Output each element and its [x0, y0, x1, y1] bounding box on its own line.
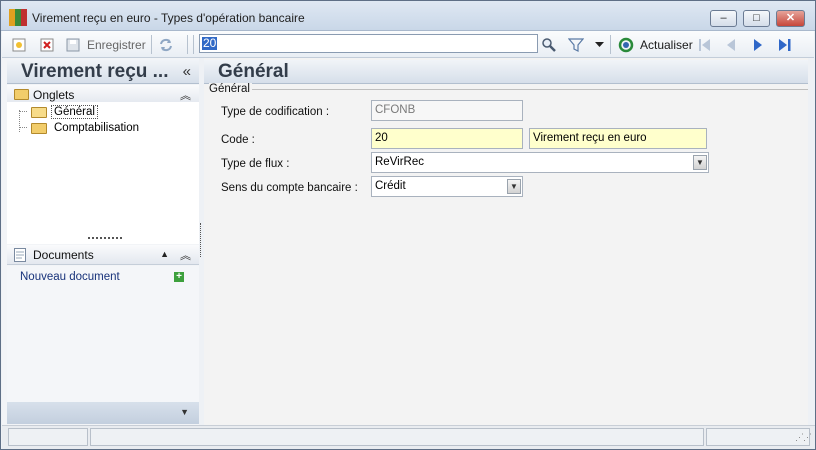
- tabs-group-title: Onglets: [33, 88, 75, 102]
- bank-direction-value: Crédit: [375, 180, 406, 192]
- left-panel-header: Virement reçu ... «: [7, 60, 199, 84]
- left-panel-footer: ▼: [7, 402, 199, 424]
- toolbar-separator: [151, 35, 152, 54]
- folder-icon: [31, 122, 47, 134]
- status-bar: ⋰⋰: [2, 425, 815, 449]
- filter-dropdown-icon[interactable]: [595, 36, 604, 53]
- collapse-group-icon[interactable]: ︽: [180, 87, 191, 103]
- collapse-panel-icon[interactable]: «: [183, 63, 191, 80]
- refresh-button[interactable]: Actualiser: [618, 36, 693, 53]
- refresh-icon: [618, 37, 634, 52]
- code-label: Code :: [221, 134, 255, 146]
- folder-icon: [14, 89, 29, 100]
- code-description-field[interactable]: Virement reçu en euro: [529, 128, 707, 149]
- documents-area: [7, 266, 199, 402]
- panel-splitter-handle[interactable]: [88, 237, 122, 240]
- chevron-down-icon[interactable]: ▼: [507, 179, 521, 194]
- section-divider: [248, 89, 808, 90]
- bank-direction-label: Sens du compte bancaire :: [221, 182, 358, 194]
- codification-type-label: Type de codification :: [221, 106, 330, 118]
- save-button[interactable]: Enregistrer: [66, 36, 146, 53]
- new-document-link[interactable]: Nouveau document: [20, 271, 120, 283]
- collapse-up-icon[interactable]: ▲: [160, 249, 169, 259]
- tree-connector: [19, 127, 27, 128]
- search-icon[interactable]: [541, 36, 557, 53]
- record-title: Virement reçu ...: [21, 61, 169, 82]
- add-icon[interactable]: +: [174, 272, 184, 282]
- search-box[interactable]: 20: [199, 34, 538, 53]
- app-icon: [9, 9, 27, 26]
- next-record-icon[interactable]: [751, 36, 765, 53]
- search-input[interactable]: [200, 35, 537, 52]
- page-title: Général: [218, 61, 289, 82]
- main-header: Général: [204, 60, 808, 84]
- tree-connector: [19, 110, 20, 132]
- tree-connector: [19, 111, 27, 112]
- bank-direction-select[interactable]: Crédit ▼: [371, 176, 523, 197]
- close-button[interactable]: ✕: [776, 10, 805, 27]
- collapse-group-icon[interactable]: ︽: [180, 247, 191, 263]
- search-selected-text: 20: [202, 36, 218, 50]
- flow-type-value: ReVirRec: [375, 156, 424, 168]
- title-bar: Virement reçu en euro - Types d'opératio…: [1, 1, 815, 31]
- tabs-tree: Général Comptabilisation: [7, 102, 199, 244]
- save-label: Enregistrer: [87, 37, 146, 52]
- documents-group-title: Documents: [33, 248, 94, 262]
- panel-resize-handle[interactable]: [200, 223, 201, 257]
- open-folder-icon: [31, 106, 47, 118]
- new-record-icon[interactable]: [12, 36, 26, 53]
- toolbar-separator: [610, 35, 611, 54]
- section-legend: Général: [209, 83, 252, 95]
- toolbar: Enregistrer 20 Actualiser: [2, 31, 814, 58]
- delete-icon[interactable]: [40, 36, 54, 53]
- documents-group-header[interactable]: Documents ▲ ︽: [7, 245, 199, 265]
- chevron-down-icon[interactable]: ▼: [693, 155, 707, 170]
- maximize-button[interactable]: □: [743, 10, 770, 27]
- save-icon: [66, 38, 80, 51]
- app-window: Virement reçu en euro - Types d'opératio…: [0, 0, 816, 450]
- status-cell: [90, 428, 704, 446]
- tab-comptabilisation[interactable]: Comptabilisation: [31, 121, 139, 135]
- main-panel: Général Général Type de codification : C…: [204, 58, 808, 425]
- flow-type-select[interactable]: ReVirRec ▼: [371, 152, 709, 173]
- toolbar-separator: [193, 35, 194, 54]
- status-cell: [8, 428, 88, 446]
- filter-icon[interactable]: [568, 36, 584, 53]
- document-icon: [14, 248, 26, 262]
- codification-type-field: CFONB: [371, 100, 523, 121]
- code-field[interactable]: 20: [371, 128, 523, 149]
- window-title: Virement reçu en euro - Types d'opératio…: [32, 11, 305, 25]
- flow-type-label: Type de flux :: [221, 158, 290, 170]
- tab-label: Général: [51, 105, 98, 119]
- refresh-label: Actualiser: [640, 37, 693, 52]
- first-record-icon[interactable]: [697, 36, 713, 53]
- tab-general[interactable]: Général: [31, 105, 98, 119]
- tab-label: Comptabilisation: [54, 122, 140, 134]
- last-record-icon[interactable]: [777, 36, 793, 53]
- left-panel: Virement reçu ... « Onglets ︽ Général Co…: [2, 58, 199, 425]
- previous-record-icon[interactable]: [724, 36, 738, 53]
- chevron-down-icon[interactable]: ▼: [180, 407, 189, 417]
- sync-icon[interactable]: [158, 36, 174, 53]
- toolbar-separator: [187, 35, 188, 54]
- minimize-button[interactable]: –: [710, 10, 737, 27]
- resize-grip-icon[interactable]: ⋰⋰: [795, 432, 812, 443]
